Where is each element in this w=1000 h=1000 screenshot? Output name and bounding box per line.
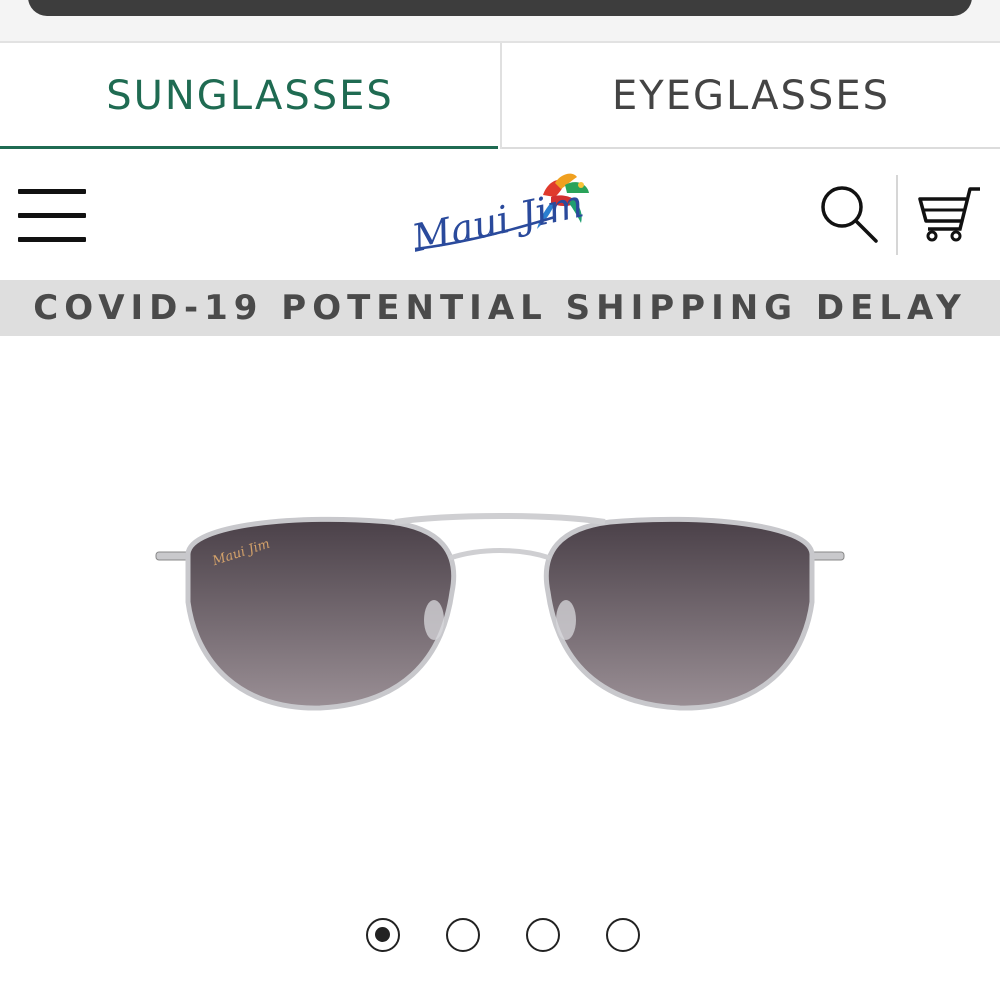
carousel-dot-3[interactable] [526,918,560,952]
carousel-dots [362,918,642,954]
svg-text:Maui Jim: Maui Jim [407,181,587,260]
search-icon[interactable] [818,183,880,245]
hamburger-menu-icon[interactable] [18,187,88,245]
browser-top-strip [0,0,1000,42]
product-image-area[interactable]: Maui Jim [0,336,1000,896]
site-header: Maui Jim [0,149,1000,279]
header-divider [896,175,898,255]
banner-text: COVID-19 POTENTIAL SHIPPING DELAY [33,288,967,328]
tab-eyeglasses[interactable]: EYEGLASSES [500,43,1000,149]
carousel-dot-2[interactable] [446,918,480,952]
carousel-dot-1[interactable] [366,918,400,952]
browser-address-bar[interactable] [28,0,972,16]
shopping-cart-icon[interactable] [916,185,982,243]
maui-jim-logo[interactable]: Maui Jim [405,163,605,267]
carousel-dot-4[interactable] [606,918,640,952]
shipping-delay-banner[interactable]: COVID-19 POTENTIAL SHIPPING DELAY [0,280,1000,336]
aviator-sunglasses-image: Maui Jim [155,513,845,711]
tab-sunglasses[interactable]: SUNGLASSES [0,43,500,149]
category-tabs: SUNGLASSES EYEGLASSES [0,43,1000,149]
